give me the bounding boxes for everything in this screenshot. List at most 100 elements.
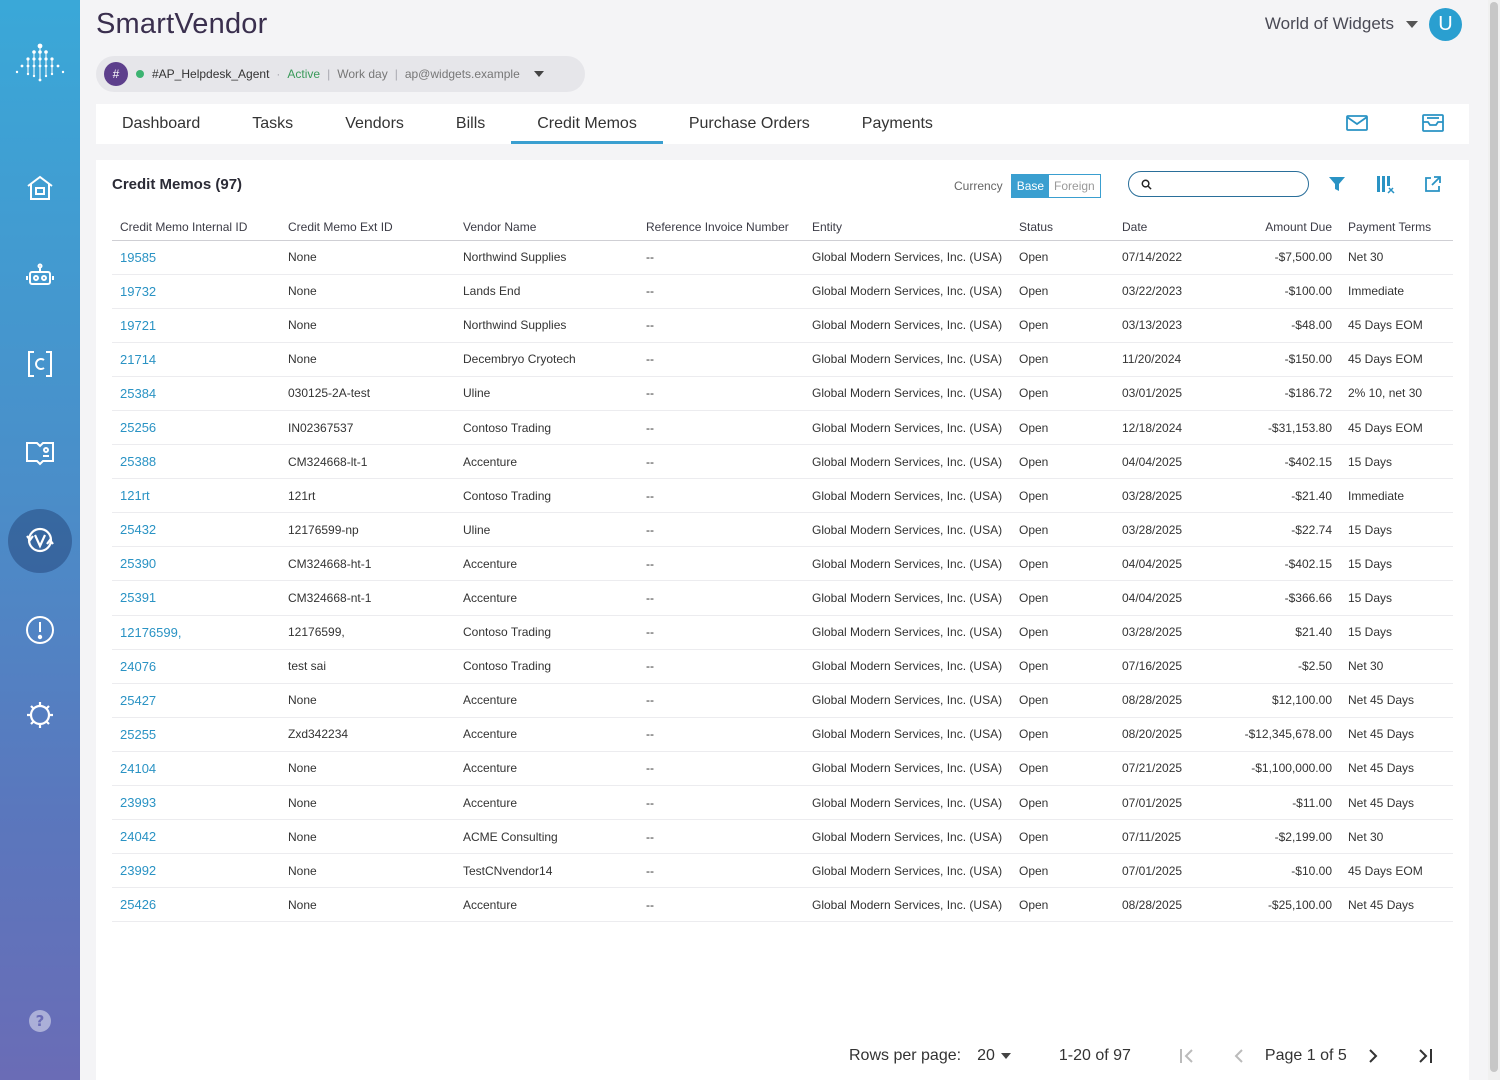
column-header[interactable]: Payment Terms xyxy=(1340,214,1453,241)
table-row[interactable]: 25388 CM324668-lt-1 Accenture -- Global Mode… xyxy=(112,444,1453,480)
credit-memo-id-link[interactable]: 25427 xyxy=(112,683,280,718)
table-cell: Accenture xyxy=(455,751,638,787)
tab-payments[interactable]: Payments xyxy=(836,104,959,144)
currency-foreign-option[interactable]: Foreign xyxy=(1049,175,1100,197)
table-cell: Open xyxy=(1011,853,1114,889)
last-page-button[interactable] xyxy=(1413,1044,1437,1068)
main-tabs: Dashboard Tasks Vendors Bills Credit Mem… xyxy=(96,104,1469,144)
table-row[interactable]: 25426 None Accenture -- Global Modern Servic… xyxy=(112,887,1453,923)
mail-icon[interactable] xyxy=(1345,112,1369,134)
search-input[interactable] xyxy=(1158,177,1298,191)
table-row[interactable]: 24104 None Accenture -- Global Modern Servic… xyxy=(112,751,1453,787)
search-box[interactable] xyxy=(1128,171,1309,197)
table-cell: 15 Days xyxy=(1340,580,1453,616)
sidebar-item-vendor[interactable] xyxy=(20,520,60,560)
column-header[interactable]: Amount Due xyxy=(1212,214,1340,241)
tab-purchase-orders[interactable]: Purchase Orders xyxy=(663,104,836,144)
credit-memo-id-link[interactable]: 25390 xyxy=(112,546,280,582)
table-cell: 03/22/2023 xyxy=(1114,274,1212,309)
tab-tasks[interactable]: Tasks xyxy=(226,104,319,144)
sidebar-item-alerts[interactable] xyxy=(20,610,60,650)
credit-memo-id-link[interactable]: 25432 xyxy=(112,512,280,548)
table-row[interactable]: 25391 CM324668-nt-1 Accenture -- Global Mode… xyxy=(112,580,1453,616)
first-page-button[interactable] xyxy=(1175,1044,1199,1068)
credit-memo-id-link[interactable]: 25256 xyxy=(112,410,280,446)
currency-base-option[interactable]: Base xyxy=(1011,175,1050,197)
column-header[interactable]: Date xyxy=(1114,214,1212,241)
table-cell: Open xyxy=(1011,512,1114,548)
export-icon[interactable] xyxy=(1423,174,1443,194)
credit-memo-id-link[interactable]: 19732 xyxy=(112,274,280,309)
tab-bills[interactable]: Bills xyxy=(430,104,511,144)
credit-memo-id-link[interactable]: 24076 xyxy=(112,649,280,684)
sidebar-item-credit[interactable] xyxy=(20,344,60,384)
avatar[interactable]: U xyxy=(1429,8,1462,41)
table-row[interactable]: 25432 12176599-np Uline -- Global Modern Ser… xyxy=(112,512,1453,548)
page-scrollbar[interactable] xyxy=(1488,0,1500,1080)
table-row[interactable]: 21714 None Decembryo Cryotech -- Global Mode… xyxy=(112,342,1453,377)
tab-vendors[interactable]: Vendors xyxy=(319,104,430,144)
table-cell: Northwind Supplies xyxy=(455,308,638,343)
sidebar-item-robot[interactable] xyxy=(20,256,60,296)
table-row[interactable]: 25390 CM324668-ht-1 Accenture -- Global Mode… xyxy=(112,546,1453,582)
table-row[interactable]: 121rt 121rt Contoso Trading -- Global Modern… xyxy=(112,478,1453,514)
credit-memo-id-link[interactable]: 23993 xyxy=(112,785,280,821)
next-page-button[interactable] xyxy=(1361,1044,1385,1068)
credit-memo-id-link[interactable]: 25426 xyxy=(112,887,280,923)
column-header[interactable]: Credit Memo Ext ID xyxy=(280,214,455,241)
column-header[interactable]: Status xyxy=(1011,214,1114,241)
scrollbar-thumb[interactable] xyxy=(1490,2,1498,1072)
table-cell: 03/28/2025 xyxy=(1114,615,1212,650)
table-row[interactable]: 19585 None Northwind Supplies -- Global Mode… xyxy=(112,240,1453,275)
credit-memo-id-link[interactable]: 19721 xyxy=(112,308,280,343)
table-row[interactable]: 25427 None Accenture -- Global Modern Servic… xyxy=(112,683,1453,718)
table-cell: Global Modern Services, Inc. (USA) xyxy=(804,649,1011,684)
table-row[interactable]: 25384 030125-2A-test Uline -- Global Modern … xyxy=(112,376,1453,411)
table-cell: -$150.00 xyxy=(1212,342,1340,377)
column-header[interactable]: Reference Invoice Number xyxy=(638,214,804,241)
credit-memo-id-link[interactable]: 24042 xyxy=(112,819,280,855)
table-cell: None xyxy=(280,785,455,821)
sidebar-item-settings[interactable] xyxy=(20,695,60,735)
table-cell: Zxd342234 xyxy=(280,717,455,752)
previous-page-button[interactable] xyxy=(1227,1044,1251,1068)
sidebar-item-home[interactable] xyxy=(20,168,60,208)
table-row[interactable]: 19732 None Lands End -- Global Modern Servic… xyxy=(112,274,1453,309)
column-header[interactable]: Credit Memo Internal ID xyxy=(112,214,280,241)
table-cell: Global Modern Services, Inc. (USA) xyxy=(804,478,1011,514)
agent-selector[interactable]: # #AP_Helpdesk_Agent · Active | Work day… xyxy=(96,56,585,92)
credit-memo-id-link[interactable]: 23992 xyxy=(112,853,280,889)
sidebar-item-help[interactable]: ? xyxy=(20,1001,60,1041)
table-row[interactable]: 25255 Zxd342234 Accenture -- Global Modern S… xyxy=(112,717,1453,752)
credit-memo-id-link[interactable]: 25255 xyxy=(112,717,280,752)
credit-memo-id-link[interactable]: 25391 xyxy=(112,580,280,616)
table-cell: None xyxy=(280,683,455,718)
column-header[interactable]: Entity xyxy=(804,214,1011,241)
table-row[interactable]: 23993 None Accenture -- Global Modern Servic… xyxy=(112,785,1453,821)
inbox-settings-icon[interactable] xyxy=(1421,112,1445,134)
table-cell: -$100.00 xyxy=(1212,274,1340,309)
tab-credit-memos[interactable]: Credit Memos xyxy=(511,104,663,144)
credit-memo-id-link[interactable]: 25384 xyxy=(112,376,280,411)
status-dot-icon xyxy=(136,70,144,78)
credit-memo-id-link[interactable]: 12176599, xyxy=(112,615,280,650)
credit-memo-id-link[interactable]: 121rt xyxy=(112,478,280,514)
table-row[interactable]: 24076 test sai Contoso Trading -- Global Mod… xyxy=(112,649,1453,684)
column-header[interactable]: Vendor Name xyxy=(455,214,638,241)
credit-memo-id-link[interactable]: 24104 xyxy=(112,751,280,787)
filter-icon[interactable] xyxy=(1327,174,1347,194)
table-row[interactable]: 12176599, 12176599, Contoso Trading -- Globa… xyxy=(112,615,1453,650)
table-row[interactable]: 24042 None ACME Consulting -- Global Modern … xyxy=(112,819,1453,855)
credit-memo-id-link[interactable]: 25388 xyxy=(112,444,280,480)
table-cell: -- xyxy=(638,649,804,684)
table-row[interactable]: 19721 None Northwind Supplies -- Global Mode… xyxy=(112,308,1453,343)
columns-icon[interactable] xyxy=(1375,174,1395,194)
table-row[interactable]: 25256 IN02367537 Contoso Trading -- Global M… xyxy=(112,410,1453,446)
sidebar-item-book[interactable] xyxy=(20,432,60,472)
credit-memo-id-link[interactable]: 21714 xyxy=(112,342,280,377)
table-row[interactable]: 23992 None TestCNvendor14 -- Global Modern S… xyxy=(112,853,1453,889)
credit-memo-id-link[interactable]: 19585 xyxy=(112,240,280,275)
rows-per-page-select[interactable]: 20 xyxy=(977,1047,1011,1065)
tab-dashboard[interactable]: Dashboard xyxy=(96,104,226,144)
org-selector[interactable]: World of Widgets xyxy=(1265,14,1418,34)
